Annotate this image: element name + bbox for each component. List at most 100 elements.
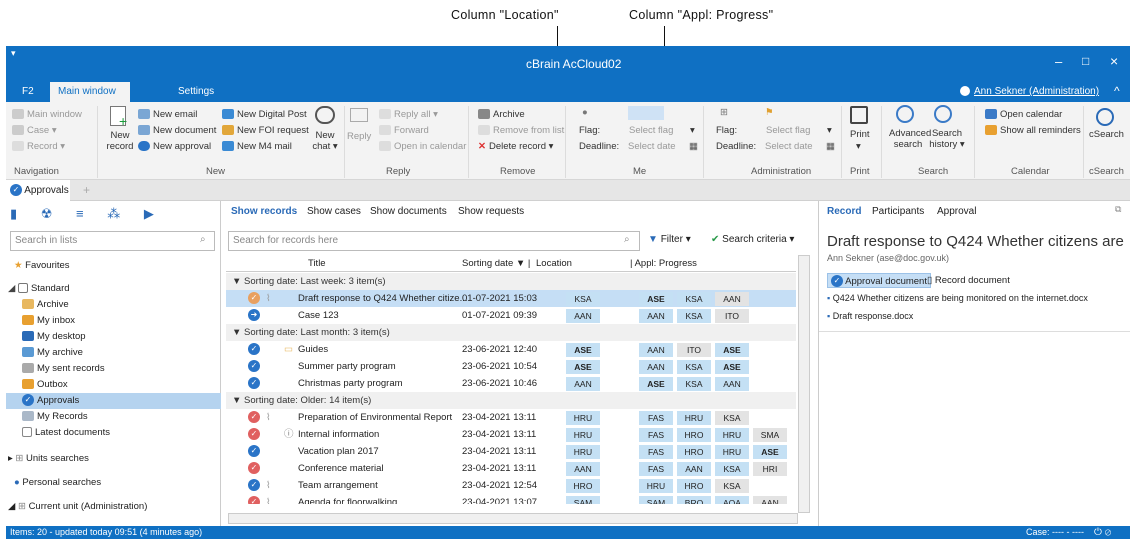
show-reminders-button[interactable]: Show all reminders [985, 124, 1081, 138]
reply-all-button[interactable]: Reply all ▾ [379, 108, 438, 122]
sidebar-item-outbox[interactable]: Outbox [6, 377, 221, 393]
popout-icon[interactable]: ⧉ [1115, 204, 1121, 215]
admin-select-flag[interactable]: Select flag [766, 124, 810, 138]
table-row[interactable]: ✓ ⌇ Preparation of Environmental Report … [226, 409, 796, 426]
vertical-scrollbar[interactable] [798, 255, 810, 513]
maximize-button[interactable]: □ [1082, 54, 1089, 68]
sidebar-item-my-records[interactable]: My Records [6, 409, 221, 425]
new-email-button[interactable]: New email [138, 108, 197, 122]
new-document-button[interactable]: New document [138, 124, 216, 138]
quick-access-icon[interactable]: ▾ [11, 48, 16, 59]
sidebar-item-inbox[interactable]: My inbox [6, 313, 221, 329]
tab-show-requests[interactable]: Show requests [458, 206, 524, 217]
sidebar-item-my-archive[interactable]: My archive [6, 345, 221, 361]
personal-searches-item[interactable]: ● Personal searches [6, 475, 221, 491]
new-m4-mail-button[interactable]: New M4 mail [222, 140, 292, 154]
admin-flag-toggle[interactable]: ⚑ [765, 106, 774, 120]
tab-main-window[interactable]: Main window [50, 82, 130, 102]
file-item[interactable]: ▪ Draft response.docx [827, 311, 913, 321]
admin-flag-dropdown-icon[interactable]: ▾ [827, 124, 832, 138]
records-search-input[interactable]: Search for records here [228, 231, 640, 251]
table-row[interactable]: ✓ ▭ Guides 23-06-2021 12:40 ASE AAN ITO … [226, 341, 796, 358]
tab-approval[interactable]: Approval [937, 206, 976, 217]
add-tab-button[interactable]: + [83, 183, 90, 197]
open-calendar-button[interactable]: Open calendar [985, 108, 1062, 122]
tab-record[interactable]: Record [827, 206, 861, 217]
new-record-button[interactable]: New record [105, 130, 135, 152]
left-search-input[interactable]: Search in lists [10, 231, 215, 251]
tab-show-documents[interactable]: Show documents [370, 206, 447, 217]
table-row[interactable]: ✓ Summer party program 23-06-2021 10:54 … [226, 358, 796, 375]
table-row[interactable]: ➜ Case 123 01-07-2021 09:39 AAN AAN KSA … [226, 307, 796, 324]
record-button[interactable]: Record ▾ [12, 140, 65, 154]
close-button[interactable]: × [1110, 53, 1118, 69]
tab-settings[interactable]: Settings [170, 82, 222, 102]
group-header-last-month[interactable]: ▼ Sorting date: Last month: 3 item(s) [226, 324, 796, 341]
new-foi-request-button[interactable]: New FOI request [222, 124, 309, 138]
new-digital-post-button[interactable]: New Digital Post [222, 108, 307, 122]
current-unit-item[interactable]: ◢ ⊞ Current unit (Administration) [6, 499, 221, 515]
case-button[interactable]: Case ▾ [12, 124, 57, 138]
favourites-item[interactable]: ★ Favourites [6, 258, 221, 274]
ribbon-tabs: F2 Main window Settings Ann Sekner (Admi… [6, 82, 1130, 102]
table-row[interactable]: ✓ Vacation plan 2017 23-04-2021 13:11 HR… [226, 443, 796, 460]
new-approval-button[interactable]: New approval [138, 140, 211, 154]
table-row[interactable]: ✓ ⌇ Team arrangement 23-04-2021 12:54 HR… [226, 477, 796, 494]
forward-button[interactable]: Forward [379, 124, 429, 138]
user-name-link[interactable]: Ann Sekner (Administration) [974, 86, 1099, 97]
tab-f2[interactable]: F2 [14, 82, 42, 102]
sidebar-item-latest-documents[interactable]: Latest documents [6, 425, 221, 441]
admin-calendar-icon[interactable]: ▦ [826, 140, 835, 154]
search-criteria-button[interactable]: ✔ Search criteria ▾ [711, 234, 794, 245]
sidebar-item-desktop[interactable]: My desktop [6, 329, 221, 345]
open-in-calendar-button[interactable]: Open in calendar [379, 140, 466, 154]
table-row[interactable]: ✓ ⌇ Draft response to Q424 Whether citiz… [226, 290, 796, 307]
archive-button[interactable]: Archive [478, 108, 525, 122]
sidebar-item-archive[interactable]: Archive [6, 297, 221, 313]
remove-from-list-button[interactable]: Remove from list [478, 124, 564, 138]
record-document-tab[interactable]: ▯ Record document [927, 273, 1010, 288]
sidebar-item-approvals[interactable]: ✓ Approvals [6, 393, 221, 409]
me-select-date[interactable]: Select date [628, 140, 676, 154]
delete-record-button[interactable]: ✕ Delete record ▾ [478, 140, 553, 154]
file-item[interactable]: ▪ Q424 Whether citizens are being monito… [827, 293, 1088, 303]
header-progress[interactable]: | Appl: Progress [630, 255, 697, 272]
table-row[interactable]: ✓ Christmas party program 23-06-2021 10:… [226, 375, 796, 392]
minimize-button[interactable]: – [1055, 54, 1062, 69]
table-row[interactable]: ✓ ⓘ Internal information 23-04-2021 13:1… [226, 426, 796, 443]
group-header-last-week[interactable]: ▼ Sorting date: Last week: 3 item(s) [226, 273, 796, 290]
new-chat-button[interactable]: New chat ▾ [309, 130, 341, 152]
me-select-flag[interactable]: Select flag [629, 124, 673, 138]
doc-tab-approvals[interactable]: ✓ Approvals [6, 180, 70, 201]
advanced-search-button[interactable]: Advanced search [889, 128, 931, 150]
sidebar-item-sent-records[interactable]: My sent records [6, 361, 221, 377]
csearch-button[interactable]: cSearch [1089, 128, 1124, 142]
search-history-button[interactable]: Search history ▾ [928, 128, 966, 150]
group-header-older[interactable]: ▼ Sorting date: Older: 14 item(s) [226, 392, 796, 409]
header-title[interactable]: Title [308, 255, 326, 272]
left-toolbar-icons[interactable]: ▮ ☢ ≡ ⁂ ▶ [10, 206, 164, 222]
header-location[interactable]: Location [536, 255, 572, 272]
approval-document-tab[interactable]: ✓ Approval document [827, 273, 931, 288]
horizontal-scrollbar[interactable] [228, 513, 798, 524]
header-sorting-date[interactable]: Sorting date ▼ | [462, 255, 530, 272]
reply-button[interactable]: Reply [347, 130, 371, 144]
tab-participants[interactable]: Participants [872, 206, 924, 217]
me-calendar-icon[interactable]: ▦ [689, 140, 698, 154]
units-searches-item[interactable]: ▸ ⊞ Units searches [6, 451, 221, 467]
main-window-button[interactable]: Main window [12, 108, 82, 122]
progress-tag: SAM [639, 496, 673, 504]
admin-select-date[interactable]: Select date [765, 140, 813, 154]
standard-folder[interactable]: ◢ Standard [6, 281, 221, 297]
filter-button[interactable]: ▼ Filter ▾ [648, 234, 691, 245]
collapse-ribbon-icon[interactable]: ^ [1114, 84, 1120, 98]
tab-show-records[interactable]: Show records [231, 206, 297, 217]
table-row[interactable]: ✓ ⌇ Agenda for floorwalking 23-04-2021 1… [226, 494, 796, 504]
print-dropdown[interactable]: ▾ [856, 140, 861, 154]
me-flag-dropdown-icon[interactable]: ▾ [690, 124, 695, 138]
table-row[interactable]: ✓ Conference material 23-04-2021 13:11 A… [226, 460, 796, 477]
tab-show-cases[interactable]: Show cases [307, 206, 361, 217]
me-flag-toggle[interactable] [628, 106, 664, 120]
progress-tag: KSA [677, 360, 711, 374]
status-icons[interactable]: ⏻ ⊘ [1094, 526, 1111, 539]
